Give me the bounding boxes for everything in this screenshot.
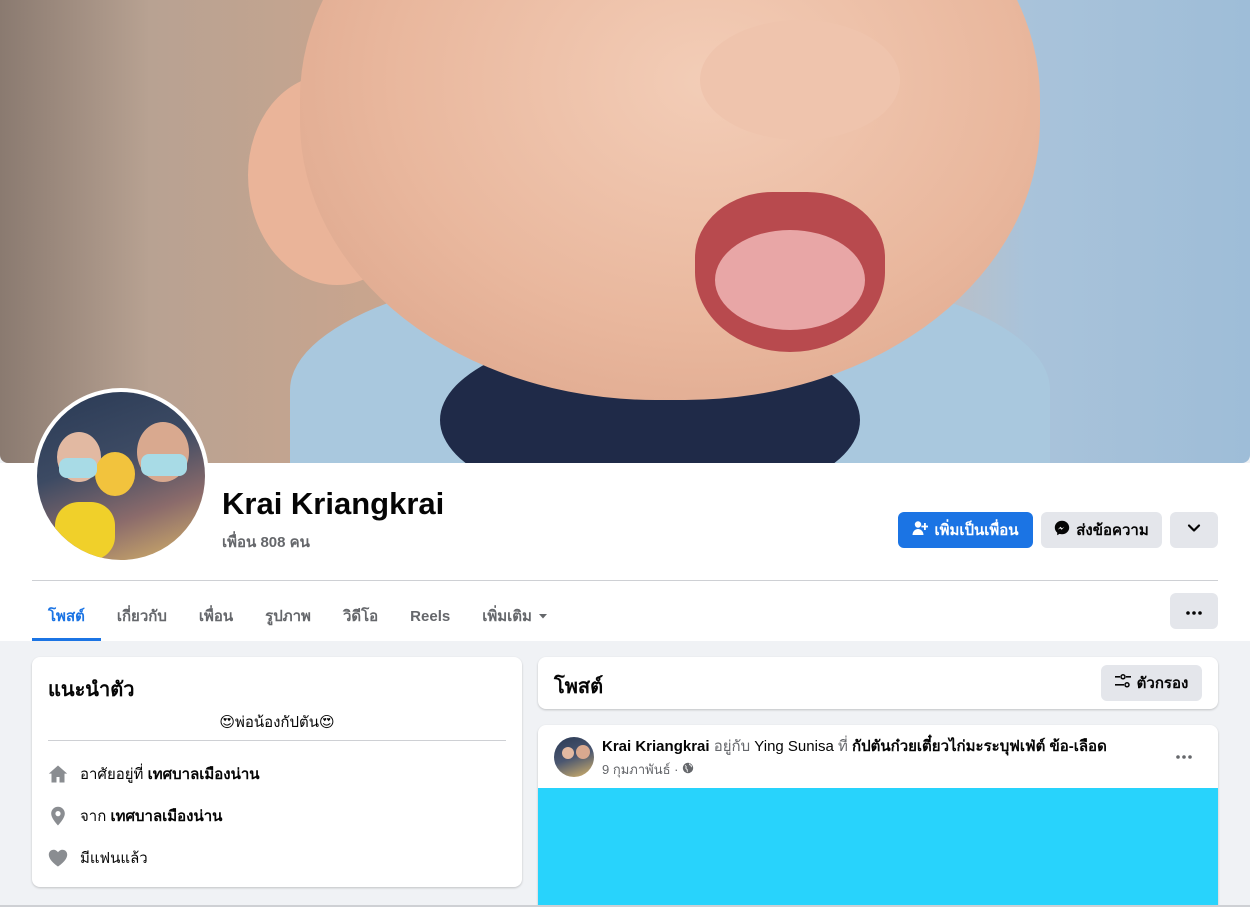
tab-videos[interactable]: วิดีโอ [327, 592, 394, 640]
post-with-word: อยู่กับ [713, 738, 751, 755]
location-pin-icon [48, 806, 68, 826]
tab-label: เพื่อน [198, 608, 234, 625]
friend-count[interactable]: เพื่อน 808 คน [222, 530, 310, 554]
tab-label: เกี่ยวกับ [116, 608, 167, 625]
post-tagged-link[interactable]: Ying Sunisa [754, 738, 834, 755]
filter-label: ตัวกรอง [1136, 675, 1189, 692]
heart-eyes-emoji: 😍 [319, 714, 335, 731]
heart-eyes-emoji: 😍 [219, 714, 235, 731]
intro-bio: 😍พ่อน้องกัปตัน😍 [48, 710, 506, 734]
post-author-link[interactable]: Krai Kriangkrai [602, 738, 710, 755]
post-author-avatar[interactable] [554, 737, 594, 777]
tab-label: วิดีโอ [342, 608, 379, 625]
tab-friends[interactable]: เพื่อน [183, 592, 249, 640]
more-dots-icon [1186, 602, 1202, 620]
intro-divider [48, 740, 506, 741]
tab-label: โพสต์ [48, 608, 85, 625]
tab-reels[interactable]: Reels [394, 592, 466, 640]
intro-relationship: มีแฟนแล้ว [48, 846, 148, 870]
add-friend-icon [912, 520, 929, 540]
tab-posts[interactable]: โพสต์ [32, 592, 101, 641]
profile-avatar[interactable] [33, 388, 209, 564]
home-icon [48, 764, 68, 784]
intro-from: จาก เทศบาลเมืองน่าน [48, 804, 222, 828]
post-place-link[interactable]: กัปตันก๋วยเตี๋ยวไก่มะระบุฟเฟ่ต์ ข้อ-เลือ… [852, 738, 1107, 755]
post-media[interactable] [538, 788, 1218, 907]
post-at-word: ที่ [837, 738, 848, 755]
tab-more-options-button[interactable] [1170, 593, 1218, 629]
avatar-mask-2 [141, 454, 187, 476]
heart-icon [48, 848, 68, 868]
tab-about[interactable]: เกี่ยวกับ [101, 592, 183, 640]
more-options-button[interactable] [1170, 512, 1218, 548]
posts-title: โพสต์ [554, 676, 604, 698]
lives-prefix: อาศัยอยู่ที่ [80, 766, 144, 783]
intro-lives-in: อาศัยอยู่ที่ เทศบาลเมืองน่าน [48, 762, 260, 786]
post-card: Krai Kriangkrai อยู่กับ Ying Sunisa ที่ … [538, 725, 1218, 907]
add-friend-label: เพิ่มเป็นเพื่อน [934, 522, 1019, 539]
cover-nose [700, 20, 900, 140]
bio-text: พ่อน้องกัปตัน [234, 714, 320, 731]
from-place-link[interactable]: เทศบาลเมืองน่าน [110, 808, 222, 825]
post-header-text: Krai Kriangkrai อยู่กับ Ying Sunisa ที่ … [602, 737, 1107, 757]
from-prefix: จาก [80, 808, 107, 825]
post-options-button[interactable] [1166, 737, 1202, 773]
message-button[interactable]: ส่งข้อความ [1041, 512, 1162, 548]
tab-label: Reels [410, 607, 451, 625]
cover-photo[interactable] [0, 0, 1250, 463]
relationship-status: มีแฟนแล้ว [80, 850, 148, 867]
profile-photo [37, 392, 205, 560]
post-date: 9 กุมภาพันธ์ · [602, 762, 679, 777]
tab-label: เพิ่มเติม [482, 608, 532, 625]
globe-icon [682, 762, 694, 777]
more-dots-icon [1176, 746, 1192, 764]
message-label: ส่งข้อความ [1076, 522, 1149, 539]
post-timestamp[interactable]: 9 กุมภาพันธ์ · [602, 759, 694, 780]
caret-down-icon [538, 608, 548, 625]
filter-icon [1114, 674, 1131, 692]
tab-photos[interactable]: รูปภาพ [249, 592, 327, 640]
avatar-mask-1 [59, 458, 97, 478]
cover-tongue [715, 230, 865, 330]
posts-header: โพสต์ ตัวกรอง [538, 657, 1218, 709]
lives-place-link[interactable]: เทศบาลเมืองน่าน [148, 766, 260, 783]
header-divider [32, 580, 1218, 581]
add-friend-button[interactable]: เพิ่มเป็นเพื่อน [898, 512, 1033, 548]
intro-panel: แนะนำตัว 😍พ่อน้องกัปตัน😍 อาศัยอยู่ที่ เท… [32, 657, 522, 887]
avatar-toy [55, 502, 115, 560]
avatar-child [95, 452, 135, 496]
tab-more[interactable]: เพิ่มเติม [466, 592, 564, 640]
profile-name: Krai Kriangkrai [222, 486, 445, 521]
tab-label: รูปภาพ [265, 608, 311, 625]
messenger-icon [1054, 520, 1070, 540]
profile-tabs: โพสต์ เกี่ยวกับ เพื่อน รูปภาพ วิดีโอ Ree… [32, 592, 564, 641]
chevron-down-icon [1187, 521, 1201, 539]
intro-title: แนะนำตัว [48, 679, 135, 701]
filter-button[interactable]: ตัวกรอง [1101, 665, 1202, 701]
